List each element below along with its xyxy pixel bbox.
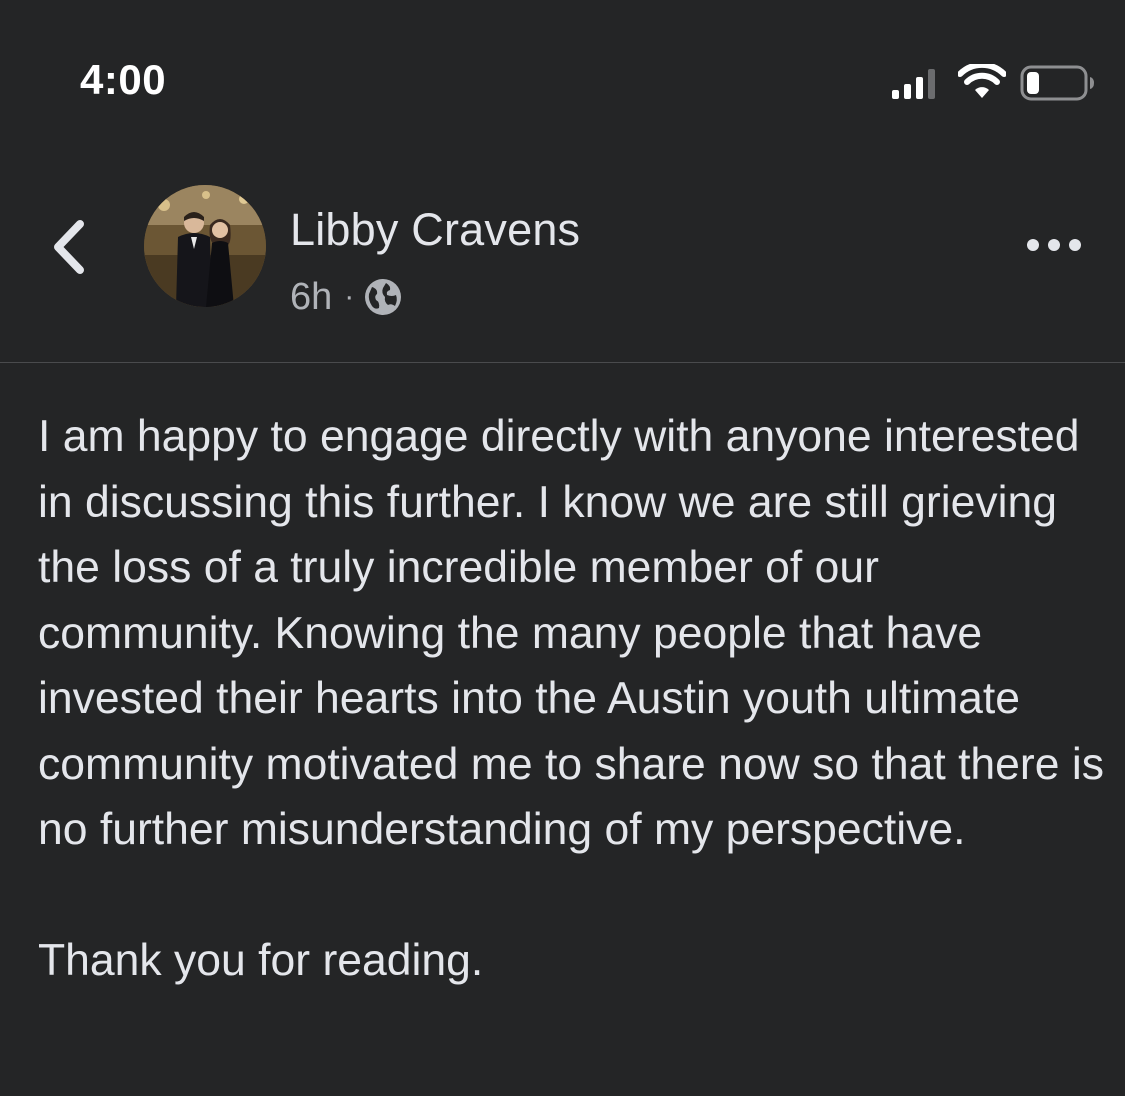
back-button[interactable] bbox=[42, 214, 102, 280]
post-header: Libby Cravens 6h · bbox=[0, 140, 1125, 362]
header-divider bbox=[0, 362, 1125, 363]
meta-separator: · bbox=[344, 280, 355, 313]
globe-icon bbox=[365, 279, 402, 315]
avatar-photo bbox=[144, 185, 266, 307]
post-meta: 6h · bbox=[290, 274, 402, 320]
author-name[interactable]: Libby Cravens bbox=[290, 204, 580, 256]
more-options-button[interactable] bbox=[1024, 230, 1084, 260]
cellular-signal-icon bbox=[892, 69, 935, 99]
post-body: I am happy to engage directly with anyon… bbox=[38, 404, 1108, 994]
status-bar: 4:00 bbox=[0, 0, 1125, 140]
avatar[interactable] bbox=[144, 185, 266, 307]
post-timestamp[interactable]: 6h bbox=[290, 276, 332, 319]
post-closing-text: Thank you for reading. bbox=[38, 936, 484, 985]
battery-icon bbox=[1020, 65, 1094, 101]
post-text: I am happy to engage directly with anyon… bbox=[38, 412, 1105, 854]
wifi-icon bbox=[958, 64, 1006, 98]
status-time: 4:00 bbox=[80, 56, 167, 103]
